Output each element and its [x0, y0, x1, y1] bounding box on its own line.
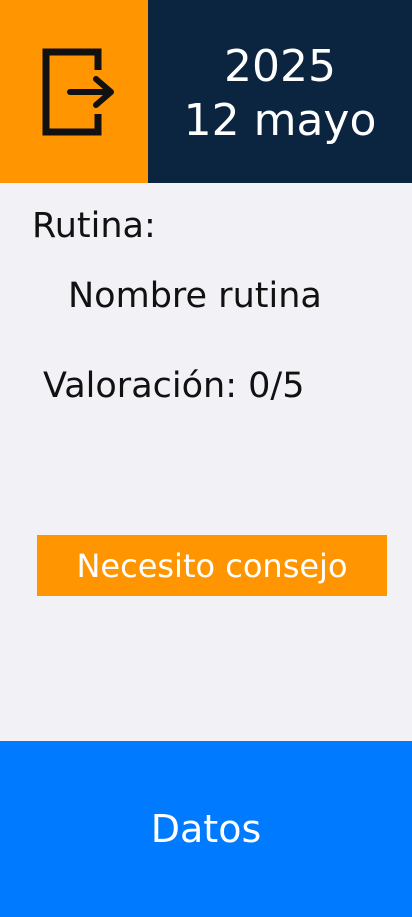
- logout-icon: [42, 48, 114, 136]
- date-display: 2025 12 mayo: [148, 0, 412, 183]
- data-button[interactable]: Datos: [0, 741, 412, 917]
- logout-button[interactable]: [0, 0, 148, 183]
- header: 2025 12 mayo: [0, 0, 412, 183]
- need-advice-button[interactable]: Necesito consejo: [37, 535, 387, 596]
- routine-label: Rutina:: [32, 206, 156, 246]
- date-year: 2025: [224, 41, 336, 92]
- date-day: 12 mayo: [183, 95, 377, 146]
- routine-rating: Valoración: 0/5: [43, 366, 305, 406]
- routine-name: Nombre rutina: [68, 276, 322, 316]
